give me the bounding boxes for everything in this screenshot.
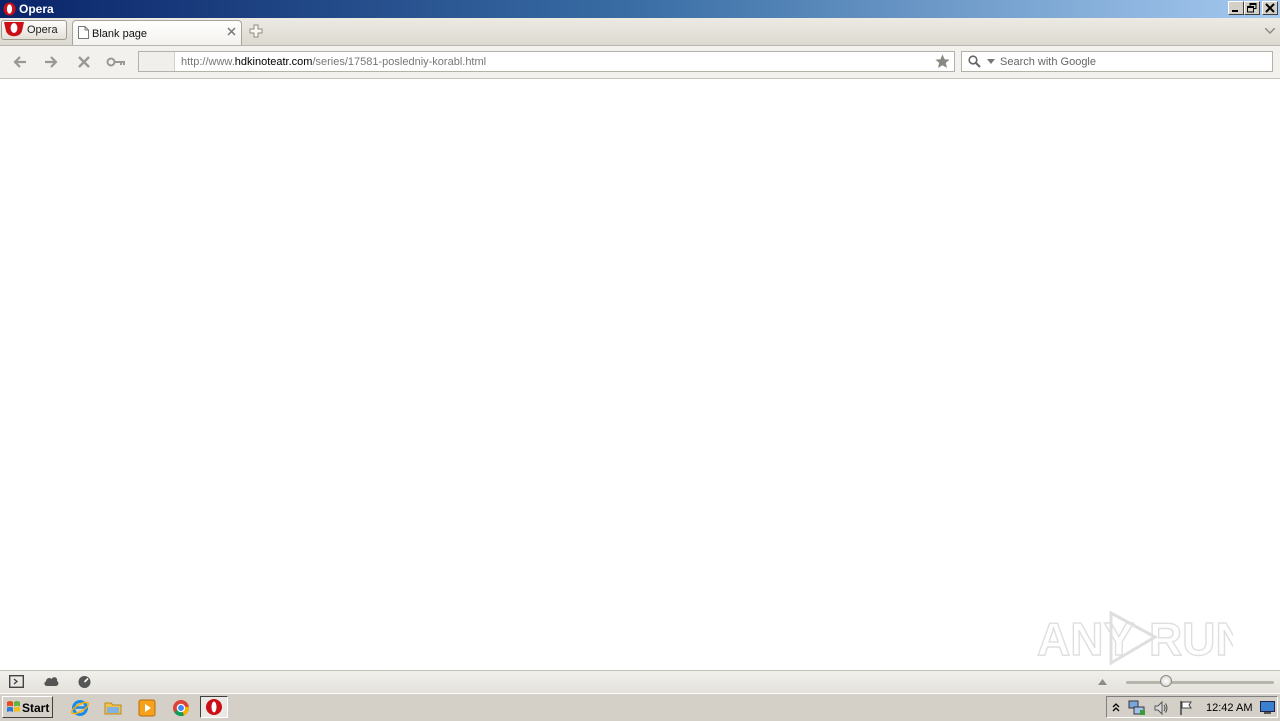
tab-bar: Opera Blank page (0, 18, 1280, 46)
search-icon (968, 55, 981, 68)
opera-logo-icon (3, 2, 16, 16)
url-path: /series/17581-posledniy-korabl.html (312, 56, 487, 68)
internet-explorer-icon[interactable] (70, 698, 90, 718)
address-bar[interactable]: http://www.hdkinoteatr.com/series/17581-… (138, 51, 955, 72)
anyrun-watermark: ANY RUN (1037, 610, 1233, 666)
close-window-button[interactable] (1262, 1, 1278, 15)
page-content[interactable] (0, 79, 1280, 670)
network-icon[interactable] (1128, 700, 1146, 716)
show-hidden-icons-icon[interactable] (1112, 701, 1120, 713)
minimize-button[interactable] (1228, 1, 1244, 15)
chrome-icon[interactable] (171, 698, 191, 718)
zoom-slider-track[interactable] (1126, 681, 1274, 684)
url-domain: hdkinoteatr.com (234, 56, 313, 68)
url-prefix: http://www. (181, 56, 235, 68)
tab-blank-page[interactable]: Blank page (72, 20, 242, 45)
windows-logo-icon (7, 701, 20, 712)
zoom-menu-icon[interactable] (1098, 679, 1107, 685)
tab-close-icon[interactable] (227, 27, 236, 36)
status-bar (0, 670, 1280, 693)
clock[interactable]: 12:42 AM (1206, 702, 1252, 714)
back-icon[interactable] (11, 53, 29, 71)
tab-menu-chevron-icon[interactable] (1265, 28, 1275, 34)
zoom-slider-handle[interactable] (1160, 675, 1172, 687)
search-input[interactable] (1000, 54, 1260, 69)
folder-icon[interactable] (103, 698, 123, 718)
opera-menu-label: Opera (27, 24, 58, 36)
stop-icon[interactable] (75, 53, 93, 71)
forward-icon[interactable] (42, 53, 60, 71)
media-player-icon[interactable] (137, 698, 157, 718)
opera-icon (206, 699, 222, 715)
restore-button[interactable] (1244, 1, 1260, 15)
action-center-flag-icon[interactable] (1178, 700, 1194, 716)
minimize-icon (1232, 10, 1238, 12)
search-box[interactable] (961, 51, 1273, 72)
navigation-bar: http://www.hdkinoteatr.com/series/17581-… (0, 46, 1280, 79)
window-title: Opera (19, 2, 54, 16)
opera-logo-icon (4, 22, 24, 37)
show-desktop-icon[interactable] (1260, 701, 1275, 714)
opera-taskbar-button[interactable] (200, 696, 228, 718)
panel-toggle-icon[interactable] (9, 675, 24, 688)
start-button[interactable]: Start (2, 696, 53, 718)
search-engine-dropdown-icon[interactable] (987, 59, 995, 64)
close-icon (1265, 3, 1275, 13)
system-tray: 12:42 AM (1106, 696, 1278, 718)
taskbar: Start 12:42 AM (0, 693, 1280, 721)
opera-unite-cloud-icon[interactable] (43, 675, 59, 687)
watermark-text-right: RUN (1149, 613, 1233, 665)
key-icon[interactable] (106, 53, 126, 71)
start-label: Start (22, 701, 50, 715)
document-icon (78, 26, 89, 39)
new-tab-icon[interactable] (249, 24, 263, 38)
restore-icon (1247, 3, 1257, 13)
opera-menu-button[interactable]: Opera (1, 20, 67, 40)
window-titlebar[interactable]: Opera (0, 0, 1280, 18)
bookmark-star-icon[interactable] (935, 54, 950, 69)
site-info-badge[interactable] (139, 52, 175, 71)
tab-label: Blank page (92, 28, 148, 40)
turbo-speed-icon[interactable] (77, 675, 92, 689)
volume-icon[interactable] (1153, 700, 1169, 716)
address-url[interactable]: http://www.hdkinoteatr.com/series/17581-… (181, 56, 486, 68)
